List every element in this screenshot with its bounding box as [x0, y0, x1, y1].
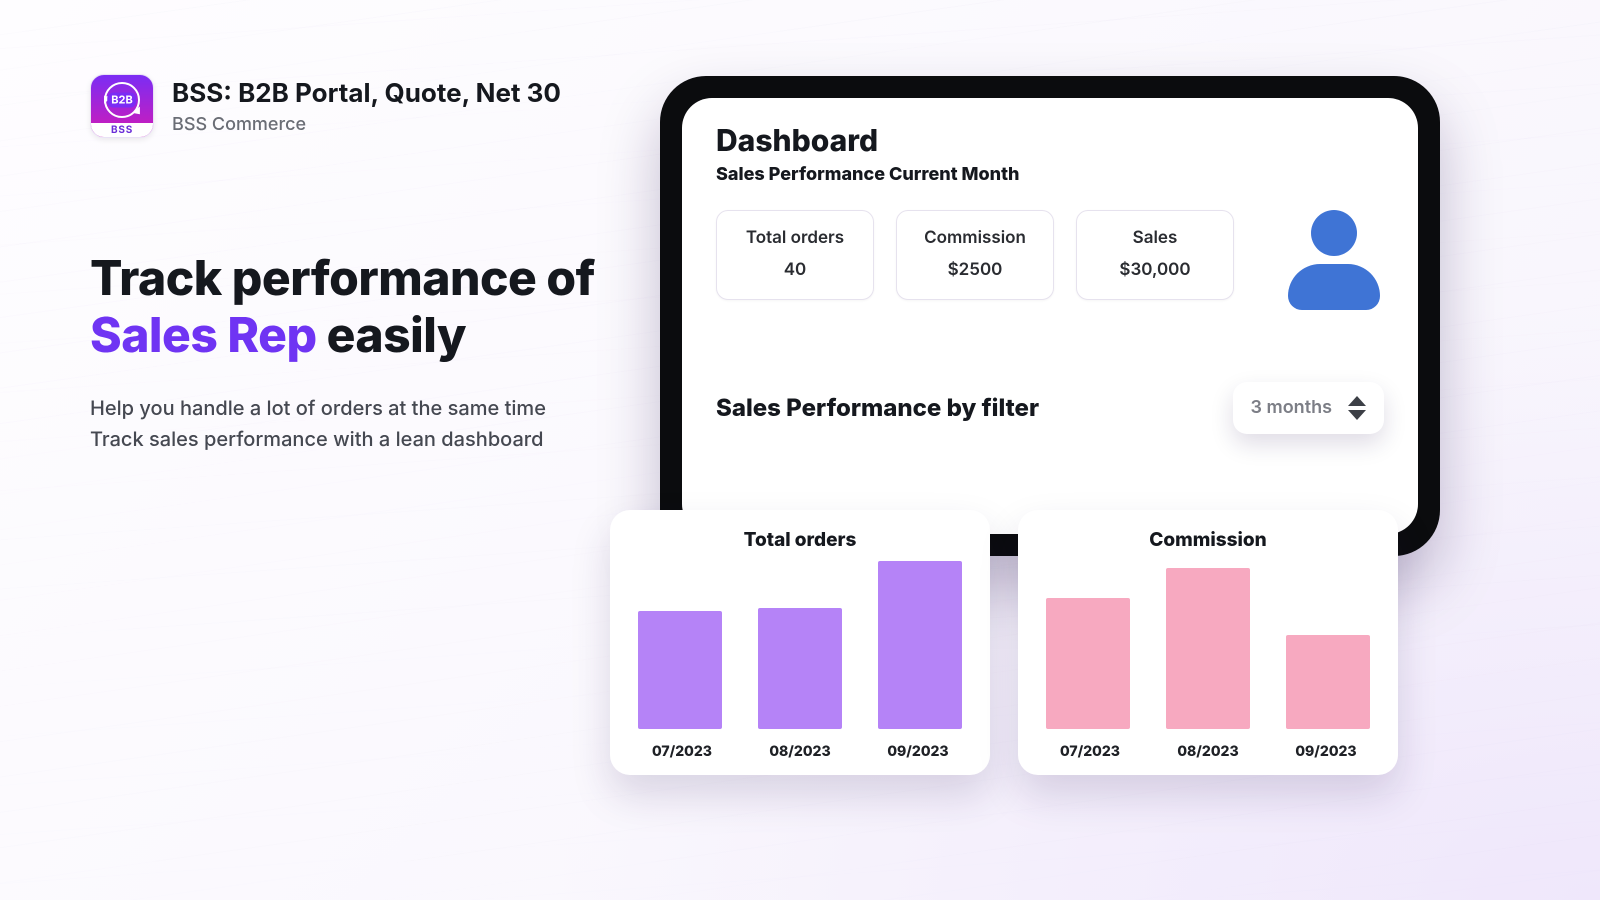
metric-value: $30,000 [1099, 259, 1211, 283]
bar[interactable] [758, 608, 842, 729]
hero-accent: Sales Rep [90, 305, 317, 364]
x-tick-label: 07/2023 [1044, 745, 1136, 759]
hero-body: Help you handle a lot of orders at the s… [90, 393, 595, 455]
chart-bars [1040, 561, 1376, 729]
chart-commission: Commission 07/2023 08/2023 09/2023 [1018, 510, 1398, 775]
app-title: BSS: B2B Portal, Quote, Net 30 [172, 78, 561, 109]
app-title-block: BSS: B2B Portal, Quote, Net 30 BSS Comme… [172, 78, 561, 133]
metric-label: Commission [919, 227, 1031, 251]
dashboard-subtitle: Sales Performance Current Month [716, 166, 1384, 184]
metric-label: Sales [1099, 227, 1211, 251]
metrics-row: Total orders 40 Commission $2500 Sales $… [716, 210, 1384, 310]
x-tick-label: 09/2023 [1280, 745, 1372, 759]
metric-label: Total orders [739, 227, 851, 251]
chart-title: Total orders [632, 530, 968, 549]
chart-cards: Total orders 07/2023 08/2023 09/2023 Commi… [610, 510, 1398, 775]
hero-body-line1: Help you handle a lot of orders at the s… [90, 396, 546, 420]
vendor-name: BSS Commerce [172, 116, 561, 134]
bar[interactable] [878, 561, 962, 729]
logo-b2b-badge: B2B [107, 92, 136, 107]
chevron-up-icon[interactable] [1348, 396, 1366, 406]
chart-xlabels: 07/2023 08/2023 09/2023 [632, 745, 968, 759]
hero-body-line2: Track sales performance with a lean dash… [90, 427, 544, 451]
dashboard-screen: Dashboard Sales Performance Current Mont… [682, 98, 1418, 534]
metric-total-orders[interactable]: Total orders 40 [716, 210, 874, 300]
tablet-frame: Dashboard Sales Performance Current Mont… [660, 76, 1440, 556]
dashboard-title: Dashboard [716, 126, 1384, 156]
metric-commission[interactable]: Commission $2500 [896, 210, 1054, 300]
hero-copy: Track performance of Sales Rep easily He… [90, 250, 595, 455]
metric-value: 40 [739, 259, 851, 283]
filter-title: Sales Performance by filter [716, 396, 1039, 420]
hero-headline: Track performance of Sales Rep easily [90, 250, 595, 363]
chart-title: Commission [1040, 530, 1376, 549]
hero-line1: Track performance of [90, 248, 595, 307]
bar[interactable] [1046, 598, 1130, 729]
x-tick-label: 08/2023 [754, 745, 846, 759]
app-logo: B2B BSS [90, 74, 154, 138]
chevron-down-icon[interactable] [1348, 410, 1366, 420]
x-tick-label: 07/2023 [636, 745, 728, 759]
filter-row: Sales Performance by filter 3 months [716, 382, 1384, 434]
bar[interactable] [1286, 635, 1370, 729]
range-dropdown[interactable]: 3 months [1233, 382, 1384, 434]
app-header: B2B BSS BSS: B2B Portal, Quote, Net 30 B… [90, 74, 561, 138]
chart-bars [632, 561, 968, 729]
range-dropdown-selected: 3 months [1251, 399, 1332, 417]
bar[interactable] [1166, 568, 1250, 729]
chart-total-orders: Total orders 07/2023 08/2023 09/2023 [610, 510, 990, 775]
x-tick-label: 08/2023 [1162, 745, 1254, 759]
user-avatar-icon[interactable] [1284, 210, 1384, 310]
metric-sales[interactable]: Sales $30,000 [1076, 210, 1234, 300]
chart-xlabels: 07/2023 08/2023 09/2023 [1040, 745, 1376, 759]
metric-value: $2500 [919, 259, 1031, 283]
bar[interactable] [638, 611, 722, 729]
x-tick-label: 09/2023 [872, 745, 964, 759]
stepper-icon [1348, 396, 1366, 420]
logo-footer-strip: BSS [91, 123, 153, 137]
hero-line2-rest: easily [317, 305, 467, 364]
